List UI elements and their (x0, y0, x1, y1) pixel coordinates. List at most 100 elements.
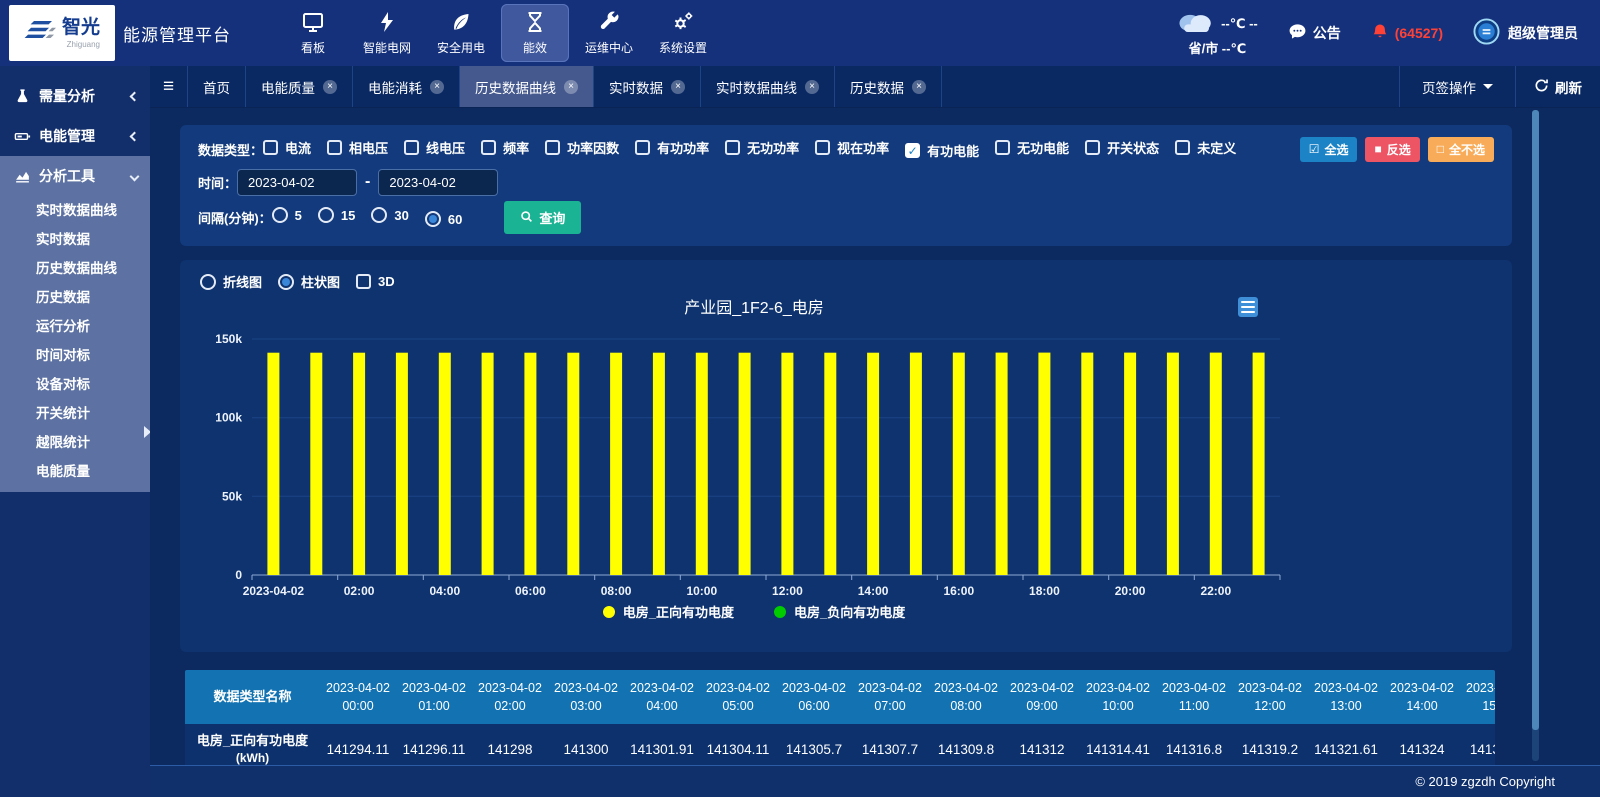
checkbox-icon[interactable] (1085, 140, 1100, 155)
checkbox-无功功率[interactable]: 无功功率 (725, 138, 799, 157)
chart-type-柱状图[interactable]: 柱状图 (278, 272, 340, 291)
chart-bar[interactable] (739, 353, 751, 575)
checkbox-频率[interactable]: 频率 (481, 138, 529, 157)
legend-item-电房_负向有功电度[interactable]: 电房_负向有功电度 (774, 602, 905, 621)
chart-bar[interactable] (953, 353, 965, 575)
chart-bar[interactable] (696, 353, 708, 575)
radio-icon[interactable] (278, 274, 294, 290)
sidebar-item-历史数据曲线[interactable]: 历史数据曲线 (0, 254, 150, 283)
tab-close-icon[interactable]: × (430, 80, 444, 94)
chart-bar[interactable] (1038, 353, 1050, 575)
checkbox-icon[interactable] (995, 140, 1010, 155)
chart-bar[interactable] (482, 353, 494, 575)
radio-interval-30[interactable]: 30 (371, 207, 408, 223)
tab-首页[interactable]: 首页 (188, 66, 246, 107)
chart-bar[interactable] (610, 353, 622, 575)
sidebar-item-越限统计[interactable]: 越限统计 (0, 428, 150, 457)
radio-interval-5[interactable]: 5 (272, 207, 302, 223)
sidebar-item-历史数据[interactable]: 历史数据 (0, 283, 150, 312)
checkbox-icon[interactable] (356, 274, 371, 289)
notice-button[interactable]: 公告 (1288, 22, 1341, 44)
sidebar-item-设备对标[interactable]: 设备对标 (0, 370, 150, 399)
chart-bar[interactable] (910, 353, 922, 575)
chart-bar[interactable] (867, 353, 879, 575)
checkbox-icon[interactable] (635, 140, 650, 155)
radio-icon[interactable] (425, 211, 441, 227)
checkbox-有功功率[interactable]: 有功功率 (635, 138, 709, 157)
tab-实时数据[interactable]: 实时数据× (594, 66, 701, 107)
tab-close-icon[interactable]: × (805, 80, 819, 94)
radio-icon[interactable] (200, 274, 216, 290)
hamburger-menu-icon[interactable]: ≡ (150, 66, 188, 107)
chart-bar[interactable] (1253, 353, 1265, 575)
checkbox-icon[interactable] (1175, 140, 1190, 155)
tab-实时数据曲线[interactable]: 实时数据曲线× (701, 66, 835, 107)
sidebar-item-实时数据曲线[interactable]: 实时数据曲线 (0, 196, 150, 225)
tab-close-icon[interactable]: × (671, 80, 685, 94)
checkbox-icon[interactable] (481, 140, 496, 155)
checkbox-线电压[interactable]: 线电压 (404, 138, 465, 157)
radio-icon[interactable] (371, 207, 387, 223)
chart-bar[interactable] (1081, 353, 1093, 575)
chart-bar[interactable] (1167, 353, 1179, 575)
user-menu[interactable]: 超级管理员 (1473, 18, 1578, 48)
checkbox-checked-icon[interactable]: ✓ (905, 143, 920, 158)
invert-selection-button[interactable]: ■反选 (1365, 137, 1419, 162)
sidebar-item-时间对标[interactable]: 时间对标 (0, 341, 150, 370)
checkbox-相电压[interactable]: 相电压 (327, 138, 388, 157)
chart-bar[interactable] (567, 353, 579, 575)
checkbox-开关状态[interactable]: 开关状态 (1085, 138, 1159, 157)
select-none-button[interactable]: □全不选 (1428, 137, 1494, 162)
chart-bar[interactable] (439, 353, 451, 575)
refresh-button[interactable]: 刷新 (1515, 66, 1600, 107)
checkbox-有功电能[interactable]: ✓有功电能 (905, 141, 979, 160)
radio-icon[interactable] (272, 207, 288, 223)
nav-item-系统设置[interactable]: 系统设置 (649, 4, 717, 62)
checkbox-电流[interactable]: 电流 (263, 138, 311, 157)
query-button[interactable]: 查询 (504, 201, 581, 234)
tab-close-icon[interactable]: × (912, 80, 926, 94)
nav-item-运维中心[interactable]: 运维中心 (575, 4, 643, 62)
radio-interval-15[interactable]: 15 (318, 207, 355, 223)
tab-operations-dropdown[interactable]: 页签操作 (1399, 66, 1515, 107)
chart-bar[interactable] (1124, 353, 1136, 575)
checkbox-视在功率[interactable]: 视在功率 (815, 138, 889, 157)
chart-bar[interactable] (524, 353, 536, 575)
checkbox-未定义[interactable]: 未定义 (1175, 138, 1236, 157)
checkbox-icon[interactable] (545, 140, 560, 155)
checkbox-icon[interactable] (725, 140, 740, 155)
date-from-input[interactable] (237, 169, 357, 196)
checkbox-icon[interactable] (404, 140, 419, 155)
chart-bar[interactable] (396, 353, 408, 575)
chart-bar[interactable] (1210, 353, 1222, 575)
radio-icon[interactable] (318, 207, 334, 223)
scrollbar-thumb[interactable] (1532, 110, 1539, 730)
tab-历史数据曲线[interactable]: 历史数据曲线× (460, 66, 594, 107)
radio-interval-60[interactable]: 60 (425, 211, 462, 227)
nav-item-智能电网[interactable]: 智能电网 (353, 4, 421, 62)
legend-item-电房_正向有功电度[interactable]: 电房_正向有功电度 (603, 602, 734, 621)
nav-item-看板[interactable]: 看板 (279, 4, 347, 62)
sidebar-group-header-分析工具[interactable]: 分析工具 (0, 156, 150, 196)
chart-bar[interactable] (824, 353, 836, 575)
checkbox-icon[interactable] (815, 140, 830, 155)
chart-type-3D[interactable]: 3D (356, 274, 395, 289)
date-to-input[interactable] (378, 169, 498, 196)
chart-toolbox-icon[interactable] (1238, 297, 1258, 317)
checkbox-功率因数[interactable]: 功率因数 (545, 138, 619, 157)
checkbox-icon[interactable] (263, 140, 278, 155)
tab-close-icon[interactable]: × (564, 80, 578, 94)
vertical-scrollbar[interactable] (1532, 110, 1539, 761)
checkbox-icon[interactable] (327, 140, 342, 155)
chart-bar[interactable] (653, 353, 665, 575)
chart-bar[interactable] (996, 353, 1008, 575)
nav-item-能效[interactable]: 能效 (501, 4, 569, 62)
chart-type-折线图[interactable]: 折线图 (200, 272, 262, 291)
nav-item-安全用电[interactable]: 安全用电 (427, 4, 495, 62)
sidebar-group-header-需量分析[interactable]: 需量分析 (0, 76, 150, 116)
chart-bar[interactable] (267, 353, 279, 575)
chart-bar[interactable] (353, 353, 365, 575)
tab-电能质量[interactable]: 电能质量× (246, 66, 353, 107)
tab-电能消耗[interactable]: 电能消耗× (353, 66, 460, 107)
tab-close-icon[interactable]: × (323, 80, 337, 94)
